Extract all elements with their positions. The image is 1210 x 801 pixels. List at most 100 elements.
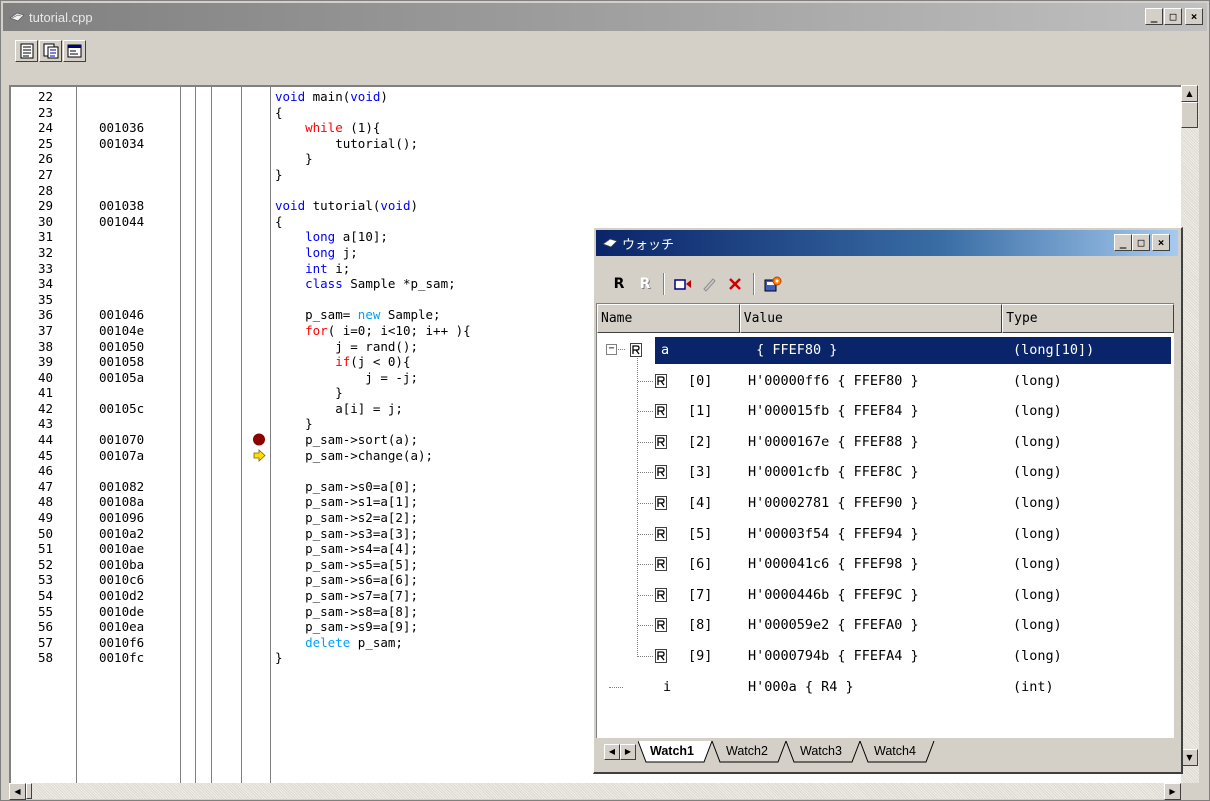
watch-titlebar[interactable]: ウォッチ _ □ ×: [596, 230, 1178, 256]
watch-type: (long): [1013, 586, 1062, 603]
scroll-down-icon: ▼: [1186, 752, 1193, 762]
code-token: p_sam->s9=a[9];: [275, 619, 418, 635]
resize-grip[interactable]: [1181, 783, 1199, 799]
line-address: 00104e: [99, 322, 145, 338]
watch-row[interactable]: [7] H'0000446b { FFEF9C } (long): [597, 580, 1173, 610]
source-line[interactable]: 23 {: [11, 105, 1181, 121]
tab-scroll-right-button[interactable]: ▶: [620, 744, 636, 760]
watch-minimize-button[interactable]: _: [1114, 234, 1132, 251]
code-token: j = rand();: [275, 338, 418, 354]
radix-button[interactable]: R: [608, 273, 630, 295]
radix-disabled-button[interactable]: R: [634, 273, 656, 295]
watch-maximize-button[interactable]: □: [1132, 234, 1150, 251]
watch-name: [7]: [688, 586, 713, 603]
watch-row[interactable]: [5] H'00003f54 { FFEF94 } (long): [597, 519, 1173, 549]
code-text: long j;: [275, 245, 358, 261]
code-text: j = rand();: [275, 339, 418, 355]
code-token: (j < 0){: [350, 354, 411, 370]
watch-row[interactable]: [0] H'00000ff6 { FFEF80 } (long): [597, 366, 1173, 396]
tree-branch: [638, 503, 653, 504]
horizontal-scroll-thumb[interactable]: [26, 783, 32, 799]
watch-name: [0]: [688, 372, 713, 389]
source-line[interactable]: 22 void main(void): [11, 89, 1181, 105]
add-watch-button[interactable]: [672, 273, 694, 295]
watch-row[interactable]: i H'000a { R4 } (int): [597, 672, 1173, 702]
tab-left-icon: ◀: [608, 747, 616, 756]
properties-button[interactable]: [762, 273, 784, 295]
column-header-value[interactable]: Value: [739, 304, 1003, 333]
line-number: 29: [37, 198, 53, 214]
code-token: p_sam->s3=a[3];: [275, 525, 418, 541]
mixed-view-button[interactable]: [39, 40, 62, 62]
watch-name: [5]: [688, 525, 713, 542]
code-token: p_sam->s1=a[1];: [275, 494, 418, 510]
source-line[interactable]: 27}: [11, 167, 1181, 183]
code-text: }: [275, 151, 313, 167]
tab-watch4[interactable]: Watch4: [874, 740, 916, 762]
watch-type: (long): [1013, 525, 1062, 542]
keyword-token: delete: [305, 634, 351, 650]
code-text: int i;: [275, 261, 350, 277]
minimize-button[interactable]: _: [1145, 8, 1163, 25]
line-number: 26: [37, 151, 53, 167]
disassembly-view-button[interactable]: [63, 40, 86, 62]
watch-list[interactable]: Name Value Type − a { FFEF80 } (long[10]) […: [596, 303, 1174, 738]
source-line[interactable]: 24 001036 while (1){: [11, 120, 1181, 136]
watch-row[interactable]: [1] H'000015fb { FFEF84 } (long): [597, 396, 1173, 426]
scroll-thumb[interactable]: [1181, 102, 1198, 128]
scroll-down-button[interactable]: ▼: [1181, 749, 1198, 766]
delete-icon: [729, 278, 741, 290]
maximize-button[interactable]: □: [1164, 8, 1182, 25]
column-header-type[interactable]: Type: [1002, 304, 1174, 333]
tab-watch3[interactable]: Watch3: [800, 740, 842, 762]
editor-horizontal-scrollbar[interactable]: ◀ ▶: [9, 783, 1181, 800]
source-line[interactable]: 29 001038 void tutorial(void): [11, 198, 1181, 214]
source-view-button[interactable]: [15, 40, 38, 62]
line-number: 39: [37, 354, 53, 370]
code-text: while (1){: [275, 120, 380, 136]
watch-row[interactable]: − a { FFEF80 } (long[10]): [597, 335, 1173, 365]
close-button[interactable]: ×: [1185, 8, 1203, 25]
source-line[interactable]: 28: [11, 183, 1181, 199]
code-token: p_sam=: [275, 307, 358, 323]
watch-type: (int): [1013, 678, 1054, 695]
line-address: 001046: [99, 307, 145, 323]
editor-titlebar[interactable]: tutorial.cpp _ □ ×: [3, 3, 1207, 31]
code-token: p_sam->s6=a[6];: [275, 572, 418, 588]
code-text: p_sam->sort(a);: [275, 432, 418, 448]
watch-close-button[interactable]: ×: [1152, 234, 1170, 251]
watch-row[interactable]: [3] H'00001cfb { FFEF8C } (long): [597, 457, 1173, 487]
maximize-icon: □: [1137, 236, 1145, 249]
column-header-name[interactable]: Name: [597, 304, 740, 333]
register-icon: [655, 557, 667, 572]
watch-row[interactable]: [6] H'000041c6 { FFEF98 } (long): [597, 549, 1173, 579]
watch-value: H'000041c6 { FFEF98 }: [748, 556, 919, 573]
watch-value: H'0000794b { FFEFA4 }: [748, 648, 919, 664]
delete-button[interactable]: [724, 273, 746, 295]
tab-watch2[interactable]: Watch2: [726, 740, 768, 762]
code-text: p_sam->s7=a[7];: [275, 588, 418, 604]
tab-scroll-left-button[interactable]: ◀: [604, 744, 620, 760]
register-icon: [655, 404, 667, 419]
watch-row[interactable]: [8] H'000059e2 { FFEFA0 } (long): [597, 610, 1173, 640]
program-counter-arrow-icon[interactable]: [252, 448, 266, 463]
watch-row[interactable]: [9] H'0000794b { FFEFA4 } (long): [597, 641, 1173, 671]
watch-value: H'0000167e { FFEF88 }: [748, 433, 919, 450]
line-number: 40: [37, 369, 53, 385]
editor-vertical-scrollbar[interactable]: ▲ ▼: [1181, 85, 1199, 783]
line-address: 0010ae: [99, 541, 145, 557]
scroll-right-button[interactable]: ▶: [1164, 783, 1181, 800]
watch-row[interactable]: [4] H'00002781 { FFEF90 } (long): [597, 488, 1173, 518]
line-number: 31: [37, 229, 53, 245]
source-line[interactable]: 26 }: [11, 151, 1181, 167]
source-line[interactable]: 25 001034 tutorial();: [11, 136, 1181, 152]
edit-button[interactable]: [698, 273, 720, 295]
breakpoint-icon[interactable]: [252, 432, 266, 447]
collapse-toggle[interactable]: −: [606, 344, 617, 355]
scroll-left-button[interactable]: ◀: [9, 783, 26, 800]
scroll-up-button[interactable]: ▲: [1181, 85, 1198, 102]
watch-row[interactable]: [2] H'0000167e { FFEF88 } (long): [597, 427, 1173, 457]
tab-watch1[interactable]: Watch1: [650, 740, 694, 762]
watch-value: H'00001cfb { FFEF8C }: [748, 464, 919, 481]
